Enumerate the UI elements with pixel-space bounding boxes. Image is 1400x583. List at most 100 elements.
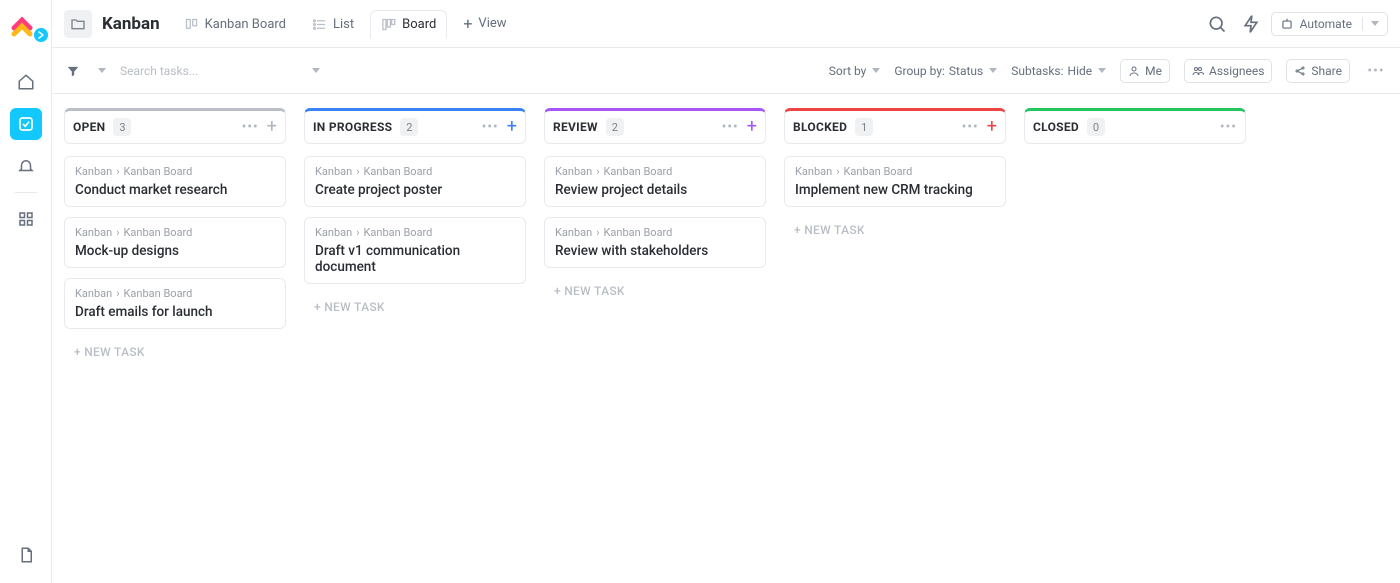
view-tab-label: List xyxy=(333,17,354,32)
column-header[interactable]: CLOSED 0 ••• xyxy=(1024,108,1246,144)
person-icon xyxy=(1128,65,1140,77)
automate-label: Automate xyxy=(1300,17,1352,31)
filter-me-button[interactable]: Me xyxy=(1120,59,1170,83)
view-tab-label: Board xyxy=(402,17,436,32)
bolt-icon[interactable] xyxy=(1237,10,1265,38)
column-header[interactable]: OPEN 3 ••• + xyxy=(64,108,286,144)
column-more-button[interactable]: ••• xyxy=(962,119,979,135)
card-title: Implement new CRM tracking xyxy=(795,182,995,198)
task-card[interactable]: Kanban›Kanban Board Draft emails for lau… xyxy=(64,278,286,329)
task-card[interactable]: Kanban›Kanban Board Implement new CRM tr… xyxy=(784,156,1006,207)
app-logo[interactable] xyxy=(8,10,44,40)
page-title: Kanban xyxy=(102,14,160,34)
column-name: CLOSED xyxy=(1033,120,1079,134)
column-more-button[interactable]: ••• xyxy=(482,119,499,135)
new-task-button[interactable]: + NEW TASK xyxy=(64,339,286,365)
column-add-button[interactable]: + xyxy=(267,118,277,136)
task-card[interactable]: Kanban›Kanban Board Create project poste… xyxy=(304,156,526,207)
column-add-button[interactable]: + xyxy=(747,118,757,136)
card-breadcrumb: Kanban›Kanban Board xyxy=(315,165,515,178)
column-review: REVIEW 2 ••• + Kanban›Kanban Board Revie… xyxy=(544,108,766,569)
task-card[interactable]: Kanban›Kanban Board Draft v1 communicati… xyxy=(304,217,526,284)
nav-apps[interactable] xyxy=(10,203,42,235)
search-placeholder: Search tasks... xyxy=(120,64,302,78)
filter-icon[interactable] xyxy=(64,57,82,85)
column-name: REVIEW xyxy=(553,120,598,134)
view-tab-list[interactable]: List xyxy=(302,11,364,38)
people-icon xyxy=(1192,65,1204,77)
column-closed: CLOSED 0 ••• xyxy=(1024,108,1246,569)
filter-caret-icon[interactable] xyxy=(98,68,106,73)
plus-icon: + xyxy=(463,14,472,33)
share-icon xyxy=(1294,65,1306,77)
task-card[interactable]: Kanban›Kanban Board Conduct market resea… xyxy=(64,156,286,207)
chevron-down-icon xyxy=(872,68,880,73)
column-count: 2 xyxy=(400,118,418,136)
column-header[interactable]: IN PROGRESS 2 ••• + xyxy=(304,108,526,144)
sidebar-divider xyxy=(15,192,37,193)
card-breadcrumb: Kanban›Kanban Board xyxy=(75,287,275,300)
kanban-icon xyxy=(184,17,199,32)
nav-docs[interactable] xyxy=(10,539,42,571)
new-task-button[interactable]: + NEW TASK xyxy=(304,294,526,320)
column-add-button[interactable]: + xyxy=(987,118,997,136)
column-count: 3 xyxy=(113,118,131,136)
view-tab-board[interactable]: Board xyxy=(370,10,447,39)
board-canvas: OPEN 3 ••• + Kanban›Kanban Board Conduct… xyxy=(52,94,1400,583)
nav-tasks[interactable] xyxy=(10,108,42,140)
column-name: OPEN xyxy=(73,120,105,134)
filter-assignees-button[interactable]: Assignees xyxy=(1184,59,1272,83)
nav-notifications[interactable] xyxy=(10,150,42,182)
card-breadcrumb: Kanban›Kanban Board xyxy=(555,226,755,239)
column-open: OPEN 3 ••• + Kanban›Kanban Board Conduct… xyxy=(64,108,286,569)
chevron-down-icon xyxy=(989,68,997,73)
column-in-progress: IN PROGRESS 2 ••• + Kanban›Kanban Board … xyxy=(304,108,526,569)
new-task-button[interactable]: + NEW TASK xyxy=(784,217,1006,243)
card-breadcrumb: Kanban›Kanban Board xyxy=(315,226,515,239)
search-icon[interactable] xyxy=(1203,10,1231,38)
card-title: Draft v1 communication document xyxy=(315,243,515,275)
task-card[interactable]: Kanban›Kanban Board Mock-up designs xyxy=(64,217,286,268)
card-breadcrumb: Kanban›Kanban Board xyxy=(75,226,275,239)
task-card[interactable]: Kanban›Kanban Board Review project detai… xyxy=(544,156,766,207)
view-tab-kanban[interactable]: Kanban Board xyxy=(174,11,296,38)
toolbar: Search tasks... Sort by Group by: Status… xyxy=(52,48,1400,94)
card-title: Conduct market research xyxy=(75,182,275,198)
column-more-button[interactable]: ••• xyxy=(1220,119,1237,135)
column-header[interactable]: REVIEW 2 ••• + xyxy=(544,108,766,144)
chevron-down-icon xyxy=(1098,68,1106,73)
chevron-down-icon xyxy=(1371,21,1379,26)
card-title: Create project poster xyxy=(315,182,515,198)
column-more-button[interactable]: ••• xyxy=(242,119,259,135)
board-icon xyxy=(381,17,396,32)
topbar: Kanban Kanban Board List Board + View Au… xyxy=(52,0,1400,48)
search-tasks-input[interactable]: Search tasks... xyxy=(120,64,320,78)
task-card[interactable]: Kanban›Kanban Board Review with stakehol… xyxy=(544,217,766,268)
column-header[interactable]: BLOCKED 1 ••• + xyxy=(784,108,1006,144)
view-tab-label: Kanban Board xyxy=(205,17,286,32)
folder-icon xyxy=(64,10,92,38)
column-name: BLOCKED xyxy=(793,120,847,134)
subtasks-control[interactable]: Subtasks: Hide xyxy=(1011,64,1106,78)
automate-button[interactable]: Automate xyxy=(1271,12,1388,36)
toolbar-more-button[interactable]: ••• xyxy=(1364,63,1388,79)
sidebar xyxy=(0,0,52,583)
column-add-button[interactable]: + xyxy=(507,118,517,136)
column-count: 1 xyxy=(855,118,873,136)
column-more-button[interactable]: ••• xyxy=(722,119,739,135)
share-button[interactable]: Share xyxy=(1286,59,1350,83)
group-by-control[interactable]: Group by: Status xyxy=(894,64,997,78)
column-name: IN PROGRESS xyxy=(313,120,392,134)
card-title: Draft emails for launch xyxy=(75,304,275,320)
add-view-label: View xyxy=(478,16,506,31)
card-title: Mock-up designs xyxy=(75,243,275,259)
list-icon xyxy=(312,17,327,32)
new-task-button[interactable]: + NEW TASK xyxy=(544,278,766,304)
robot-icon xyxy=(1280,17,1294,31)
card-title: Review with stakeholders xyxy=(555,243,755,259)
sort-by-control[interactable]: Sort by xyxy=(829,64,881,78)
add-view-button[interactable]: + View xyxy=(453,8,516,39)
nav-home[interactable] xyxy=(10,66,42,98)
card-breadcrumb: Kanban›Kanban Board xyxy=(75,165,275,178)
card-title: Review project details xyxy=(555,182,755,198)
